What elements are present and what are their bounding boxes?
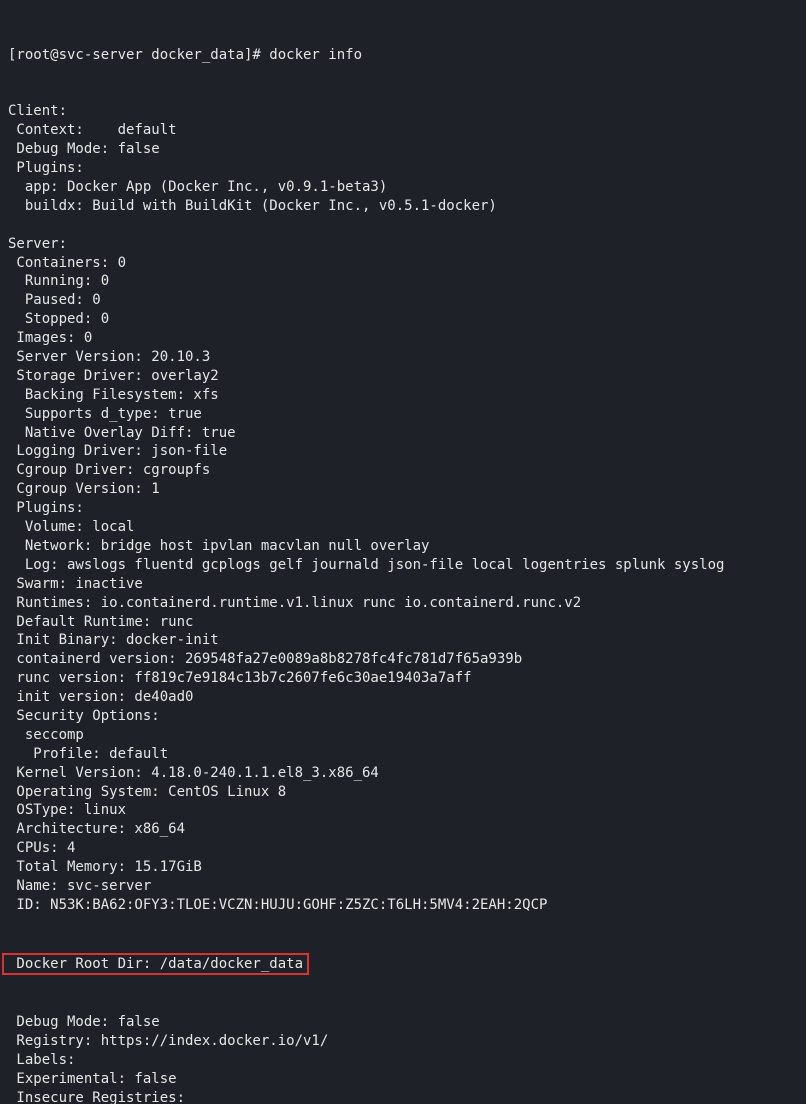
output-line: Insecure Registries:	[8, 1089, 798, 1104]
output-line: Plugins:	[8, 159, 798, 178]
output-line: runc version: ff819c7e9184c13b7c2607fe6c…	[8, 669, 798, 688]
output-line: Volume: local	[8, 518, 798, 537]
output-line: Stopped: 0	[8, 310, 798, 329]
output-line: ID: N53K:BA62:OFY3:TLOE:VCZN:HUJU:GOHF:Z…	[8, 896, 798, 915]
output-line: Architecture: x86_64	[8, 820, 798, 839]
prompt-line: [root@svc-server docker_data]# docker in…	[8, 46, 798, 65]
output-line: Network: bridge host ipvlan macvlan null…	[8, 537, 798, 556]
output-line: Backing Filesystem: xfs	[8, 386, 798, 405]
output-line: Runtimes: io.containerd.runtime.v1.linux…	[8, 594, 798, 613]
output-line: init version: de40ad0	[8, 688, 798, 707]
output-lines-after: Debug Mode: false Registry: https://inde…	[8, 1013, 798, 1104]
output-line: Profile: default	[8, 745, 798, 764]
docker-root-dir-highlight: Docker Root Dir: /data/docker_data	[2, 953, 309, 976]
output-line: Storage Driver: overlay2	[8, 367, 798, 386]
output-line: Native Overlay Diff: true	[8, 424, 798, 443]
output-line: Debug Mode: false	[8, 140, 798, 159]
output-line: Kernel Version: 4.18.0-240.1.1.el8_3.x86…	[8, 764, 798, 783]
output-line: Cgroup Version: 1	[8, 480, 798, 499]
output-line: Labels:	[8, 1051, 798, 1070]
output-line: Client:	[8, 102, 798, 121]
output-line: Paused: 0	[8, 291, 798, 310]
output-line: CPUs: 4	[8, 839, 798, 858]
output-line: OSType: linux	[8, 801, 798, 820]
output-line: containerd version: 269548fa27e0089a8b82…	[8, 650, 798, 669]
output-line: Name: svc-server	[8, 877, 798, 896]
output-line: Supports d_type: true	[8, 405, 798, 424]
output-line: Debug Mode: false	[8, 1013, 798, 1032]
output-line: Context: default	[8, 121, 798, 140]
output-line: Images: 0	[8, 329, 798, 348]
output-line: Server:	[8, 235, 798, 254]
output-line: Plugins:	[8, 499, 798, 518]
output-line: Security Options:	[8, 707, 798, 726]
output-line: Operating System: CentOS Linux 8	[8, 783, 798, 802]
output-line: seccomp	[8, 726, 798, 745]
output-line: app: Docker App (Docker Inc., v0.9.1-bet…	[8, 178, 798, 197]
output-line: Total Memory: 15.17GiB	[8, 858, 798, 877]
output-line: Init Binary: docker-init	[8, 631, 798, 650]
output-lines: Client: Context: default Debug Mode: fal…	[8, 102, 798, 914]
output-line: Server Version: 20.10.3	[8, 348, 798, 367]
output-line	[8, 216, 798, 235]
output-line: Registry: https://index.docker.io/v1/	[8, 1032, 798, 1051]
output-line: Running: 0	[8, 272, 798, 291]
output-line: Cgroup Driver: cgroupfs	[8, 461, 798, 480]
output-line: Default Runtime: runc	[8, 613, 798, 632]
output-line: Log: awslogs fluentd gcplogs gelf journa…	[8, 556, 798, 575]
highlighted-output-line: Docker Root Dir: /data/docker_data	[8, 953, 798, 976]
terminal-window[interactable]: [root@svc-server docker_data]# docker in…	[0, 0, 806, 1104]
output-line: Containers: 0	[8, 254, 798, 273]
output-line: Logging Driver: json-file	[8, 442, 798, 461]
output-line: Experimental: false	[8, 1070, 798, 1089]
output-line: Swarm: inactive	[8, 575, 798, 594]
output-line: buildx: Build with BuildKit (Docker Inc.…	[8, 197, 798, 216]
